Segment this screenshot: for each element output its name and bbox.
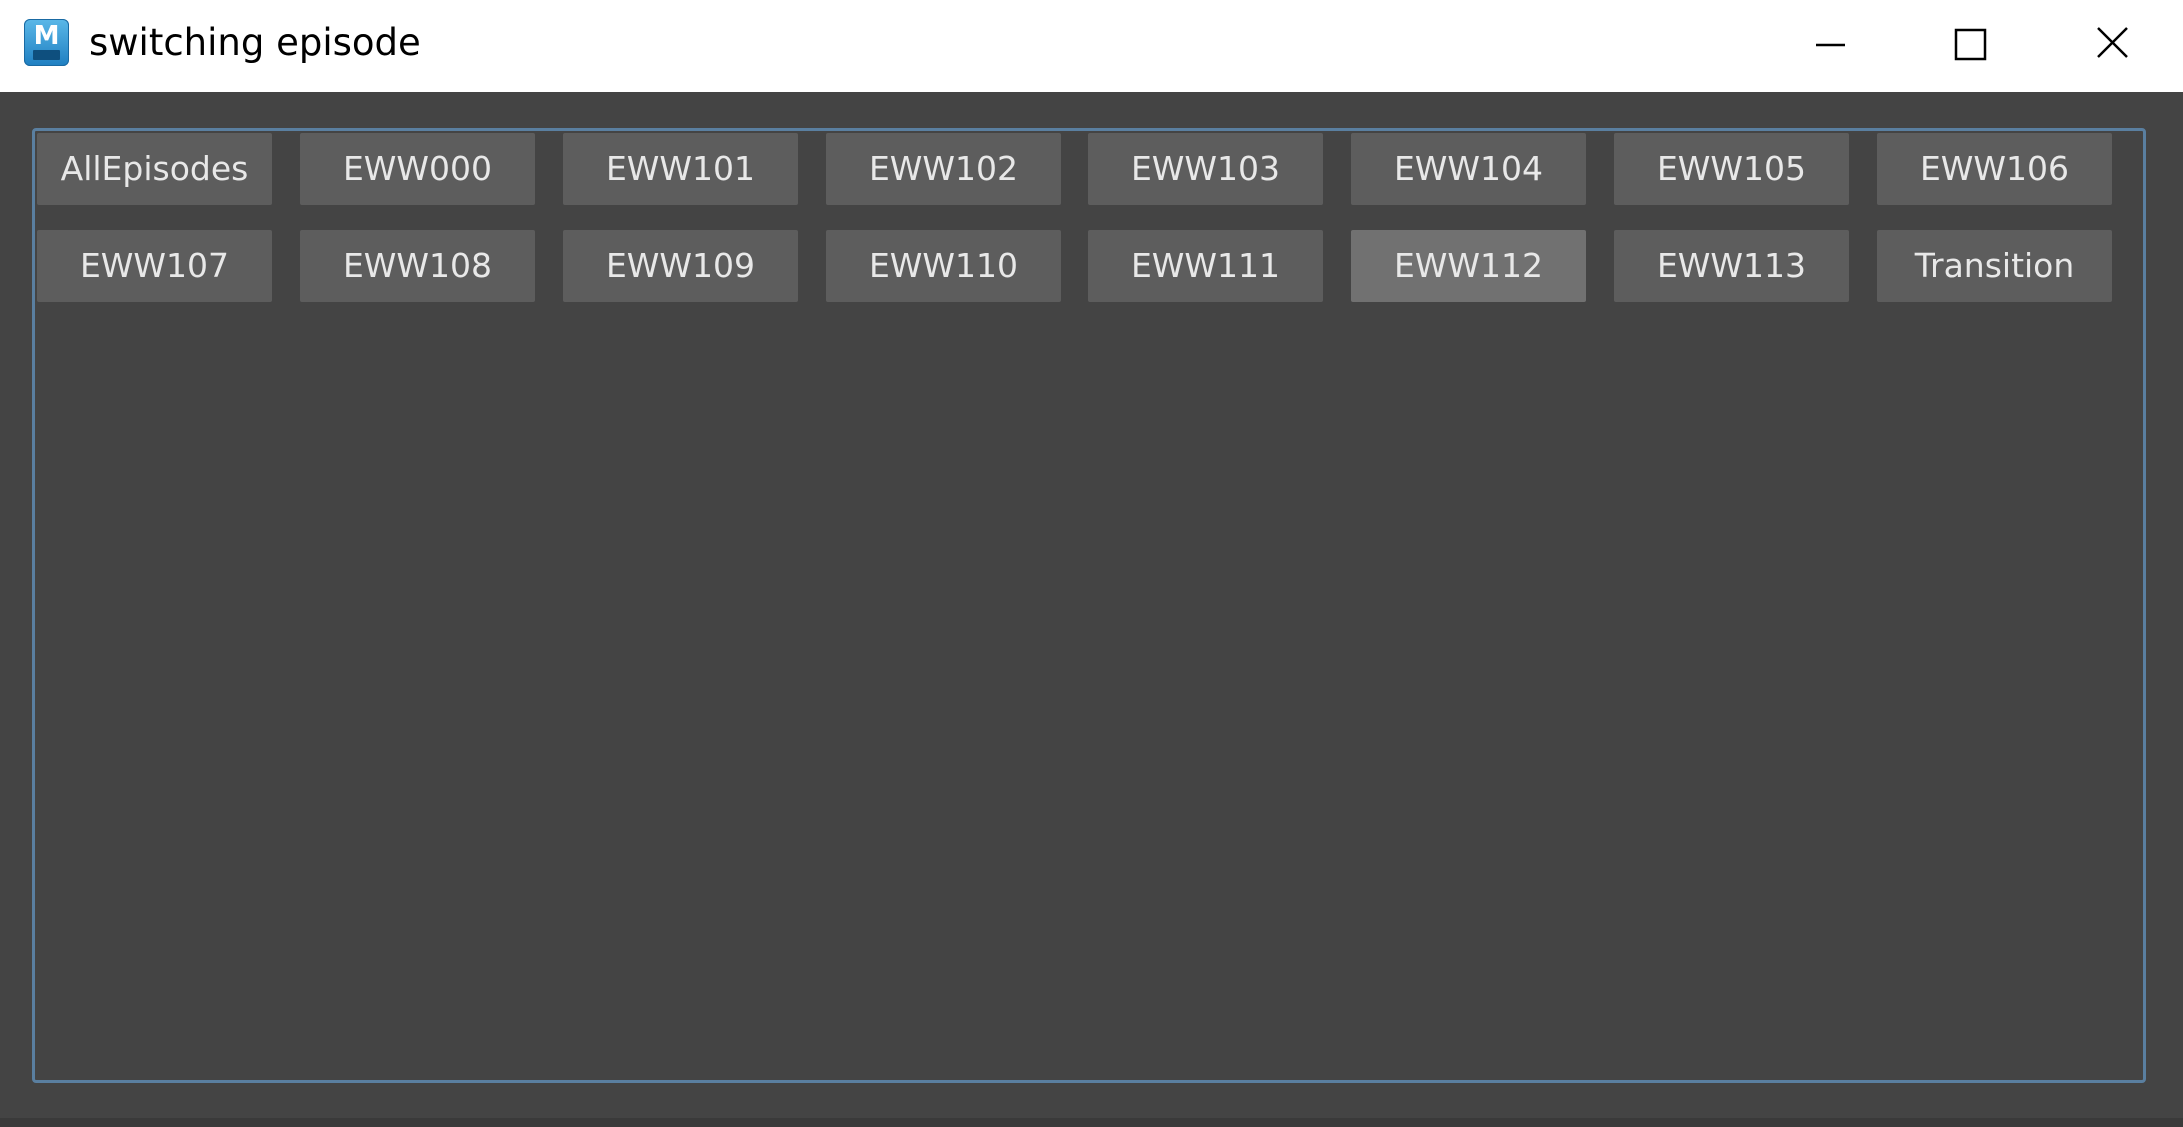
episode-button-eww101[interactable]: EWW101	[563, 133, 798, 205]
episode-button-eww106[interactable]: EWW106	[1877, 133, 2112, 205]
episode-button-eww109[interactable]: EWW109	[563, 230, 798, 302]
maya-app-icon[interactable]: M	[24, 19, 69, 66]
minimize-icon	[1816, 43, 1845, 47]
maximize-icon	[1954, 28, 1987, 61]
episode-button-eww102[interactable]: EWW102	[826, 133, 1061, 205]
app-icon-letter: M	[33, 21, 60, 51]
minimize-button[interactable]	[1760, 0, 1901, 92]
episode-button-eww000[interactable]: EWW000	[300, 133, 535, 205]
episode-button-eww107[interactable]: EWW107	[37, 230, 272, 302]
close-button[interactable]	[2042, 0, 2183, 92]
episode-button-eww105[interactable]: EWW105	[1614, 133, 1849, 205]
switching-episode-window: M switching episode AllEpisodes EWW000 E…	[0, 0, 2183, 1127]
episode-button-eww113[interactable]: EWW113	[1614, 230, 1849, 302]
episode-button-transition[interactable]: Transition	[1877, 230, 2112, 302]
episode-button-eww103[interactable]: EWW103	[1088, 133, 1323, 205]
episode-button-eww104[interactable]: EWW104	[1351, 133, 1586, 205]
episode-button-eww110[interactable]: EWW110	[826, 230, 1061, 302]
episode-button-allepisodes[interactable]: AllEpisodes	[37, 133, 272, 205]
episode-button-eww108[interactable]: EWW108	[300, 230, 535, 302]
maximize-button[interactable]	[1901, 0, 2042, 92]
close-icon	[2097, 27, 2128, 58]
episode-button-eww111[interactable]: EWW111	[1088, 230, 1323, 302]
window-title: switching episode	[89, 21, 421, 64]
title-bar[interactable]: M switching episode	[0, 0, 2183, 92]
episode-button-eww112[interactable]: EWW112	[1351, 230, 1586, 302]
window-bottom-edge	[0, 1118, 2183, 1127]
